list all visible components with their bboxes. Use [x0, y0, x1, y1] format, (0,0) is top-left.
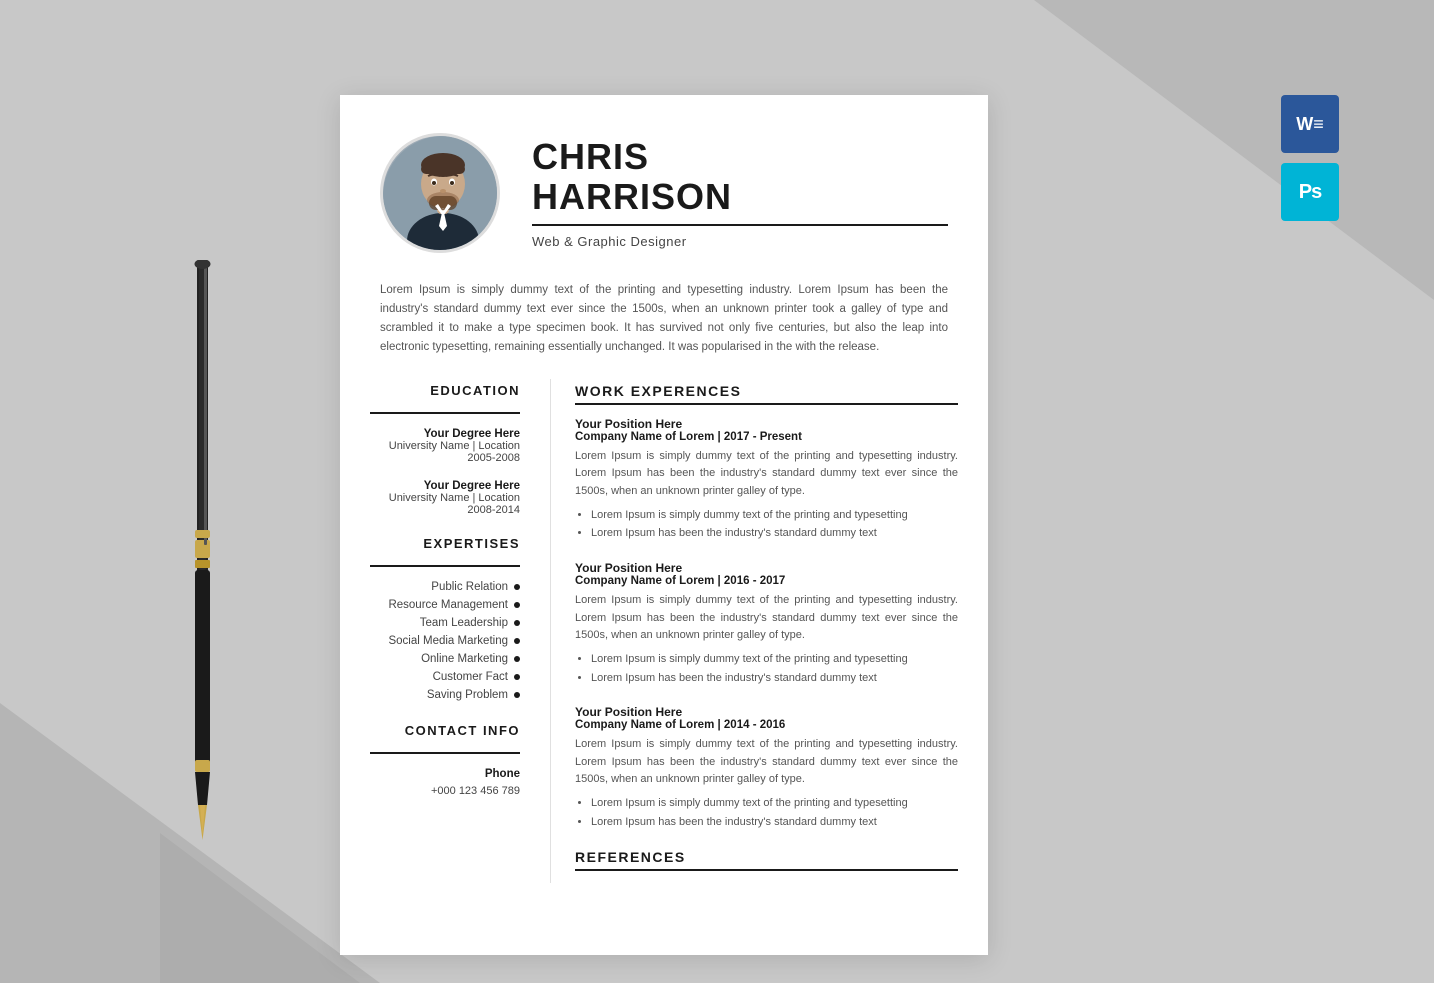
work-bullet-3-1: Lorem Ipsum is simply dummy text of the … [591, 794, 958, 813]
work-position-3: Your Position Here [575, 705, 958, 719]
expertise-label-4: Social Media Marketing [388, 635, 508, 647]
edu-entry-1: Your Degree Here University Name | Locat… [370, 428, 520, 464]
expertise-label-1: Public Relation [431, 581, 508, 593]
edu-degree-1: Your Degree Here [370, 428, 520, 440]
expertise-label-7: Saving Problem [427, 689, 508, 701]
edu-entry-2: Your Degree Here University Name | Locat… [370, 480, 520, 516]
expertise-label-2: Resource Management [388, 599, 508, 611]
work-company-2: Company Name of Lorem | 2016 - 2017 [575, 575, 958, 587]
resume-name-block: CHRIS HARRISON Web & Graphic Designer [532, 137, 948, 249]
resume-right-column: WORK EXPERENCES Your Position Here Compa… [550, 379, 988, 883]
work-desc-2: Lorem Ipsum is simply dummy text of the … [575, 592, 958, 645]
expertises-section-title: EXPERTISES [370, 536, 520, 551]
name-divider [532, 224, 948, 226]
phone-value: +000 123 456 789 [370, 785, 520, 797]
work-entry-3: Your Position Here Company Name of Lorem… [575, 705, 958, 831]
edu-degree-2: Your Degree Here [370, 480, 520, 492]
app-icons-container: W≡ Ps [1281, 95, 1339, 221]
references-title: REFERENCES [575, 849, 958, 865]
expertise-item-7: Saving Problem [370, 689, 520, 701]
expertise-dot-7 [514, 692, 520, 698]
resume-summary: Lorem Ipsum is simply dummy text of the … [340, 281, 988, 379]
ps-icon-label: Ps [1299, 181, 1321, 204]
work-bullet-2-1: Lorem Ipsum is simply dummy text of the … [591, 650, 958, 669]
work-bullet-1-2: Lorem Ipsum has been the industry's stan… [591, 524, 958, 543]
expertises-section: EXPERTISES Public Relation Resource Mana… [370, 536, 520, 701]
phone-label: Phone [370, 768, 520, 780]
expertise-dot-5 [514, 656, 520, 662]
contact-section-title: CONTACT INFO [370, 723, 520, 738]
expertise-item-2: Resource Management [370, 599, 520, 611]
avatar [380, 133, 500, 253]
education-divider [370, 412, 520, 414]
expertise-item-5: Online Marketing [370, 653, 520, 665]
expertise-dot-6 [514, 674, 520, 680]
work-bullets-2: Lorem Ipsum is simply dummy text of the … [575, 650, 958, 687]
work-position-2: Your Position Here [575, 561, 958, 575]
work-bullets-3: Lorem Ipsum is simply dummy text of the … [575, 794, 958, 831]
bg-shape-bottom2 [160, 833, 360, 983]
work-bullet-3-2: Lorem Ipsum has been the industry's stan… [591, 813, 958, 832]
expertise-item-4: Social Media Marketing [370, 635, 520, 647]
work-entry-1: Your Position Here Company Name of Lorem… [575, 417, 958, 543]
expertise-dot-4 [514, 638, 520, 644]
contact-divider [370, 752, 520, 754]
resume-name: CHRIS HARRISON [532, 137, 948, 216]
work-desc-1: Lorem Ipsum is simply dummy text of the … [575, 448, 958, 501]
expertise-label-6: Customer Fact [433, 671, 508, 683]
edu-school-1: University Name | Location [370, 440, 520, 452]
work-company-3: Company Name of Lorem | 2014 - 2016 [575, 719, 958, 731]
resume-paper: CHRIS HARRISON Web & Graphic Designer Lo… [340, 95, 988, 955]
resume-name-line1: CHRIS [532, 136, 649, 177]
edu-school-2: University Name | Location [370, 492, 520, 504]
expertises-divider [370, 565, 520, 567]
expertise-dot-1 [514, 584, 520, 590]
work-divider [575, 403, 958, 405]
work-position-1: Your Position Here [575, 417, 958, 431]
expertise-item-3: Team Leadership [370, 617, 520, 629]
work-bullet-2-2: Lorem Ipsum has been the industry's stan… [591, 669, 958, 688]
references-section: REFERENCES [575, 849, 958, 871]
expertise-item-6: Customer Fact [370, 671, 520, 683]
word-icon[interactable]: W≡ [1281, 95, 1339, 153]
work-section-title: WORK EXPERENCES [575, 383, 958, 399]
pen-decoration [175, 260, 230, 845]
resume-left-column: EDUCATION Your Degree Here University Na… [340, 379, 540, 883]
resume-name-line2: HARRISON [532, 176, 732, 217]
work-entry-2: Your Position Here Company Name of Lorem… [575, 561, 958, 687]
work-bullet-1-1: Lorem Ipsum is simply dummy text of the … [591, 506, 958, 525]
resume-subtitle: Web & Graphic Designer [532, 234, 948, 249]
photoshop-icon[interactable]: Ps [1281, 163, 1339, 221]
expertise-label-3: Team Leadership [420, 617, 508, 629]
work-bullets-1: Lorem Ipsum is simply dummy text of the … [575, 506, 958, 543]
resume-body: EDUCATION Your Degree Here University Na… [340, 379, 988, 883]
education-section-title: EDUCATION [370, 383, 520, 398]
word-icon-label: W≡ [1296, 114, 1324, 135]
expertise-item-1: Public Relation [370, 581, 520, 593]
resume-header: CHRIS HARRISON Web & Graphic Designer [340, 95, 988, 281]
expertise-dot-3 [514, 620, 520, 626]
expertise-dot-2 [514, 602, 520, 608]
bg-shape-top [1034, 0, 1434, 300]
contact-section: CONTACT INFO Phone +000 123 456 789 [370, 723, 520, 797]
edu-year-2: 2008-2014 [370, 504, 520, 516]
work-company-1: Company Name of Lorem | 2017 - Present [575, 431, 958, 443]
references-divider [575, 869, 958, 871]
edu-year-1: 2005-2008 [370, 452, 520, 464]
expertise-label-5: Online Marketing [421, 653, 508, 665]
work-desc-3: Lorem Ipsum is simply dummy text of the … [575, 736, 958, 789]
